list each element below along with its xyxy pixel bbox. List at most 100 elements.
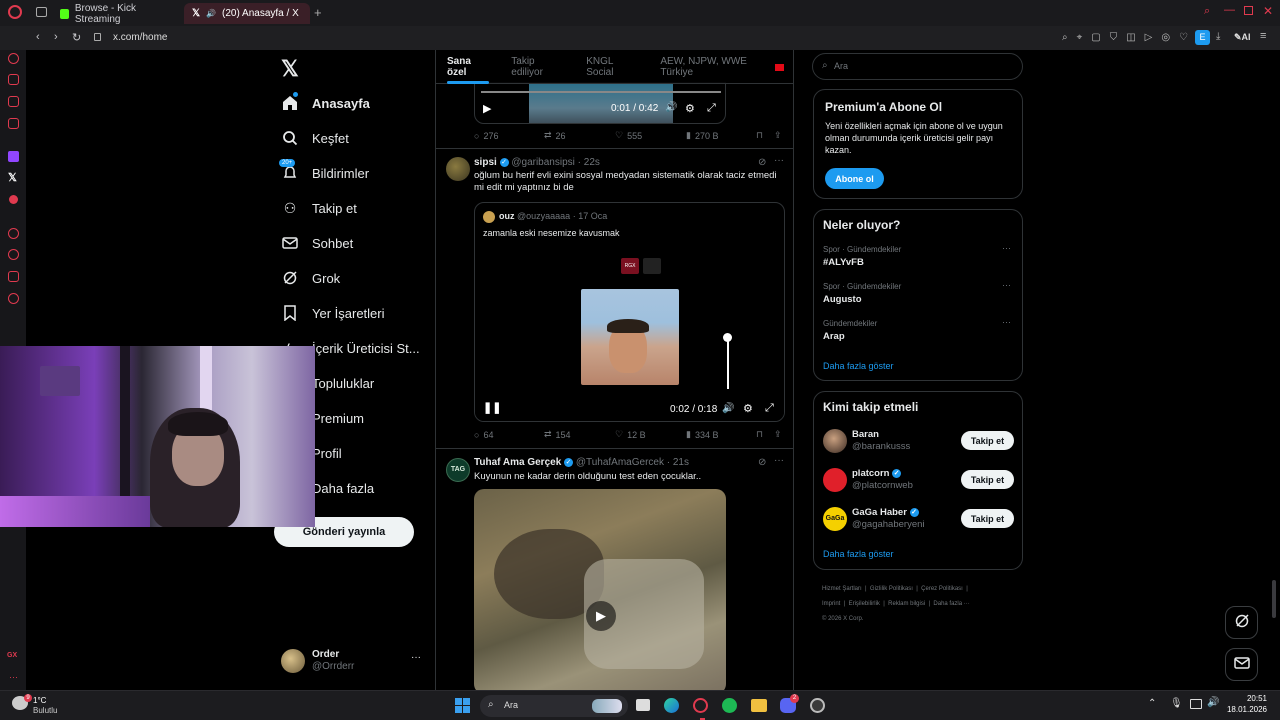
- post[interactable]: sipsi ✓ @garibansipsi · 22s ⊘ ··· oğlum …: [436, 149, 793, 444]
- footer-link[interactable]: Çerez Politikası: [921, 586, 963, 592]
- gear-icon[interactable]: ⚙: [685, 102, 695, 115]
- edge-icon[interactable]: [664, 698, 679, 713]
- pause-icon[interactable]: ❚❚: [483, 401, 501, 414]
- footer-link[interactable]: Hizmet Şartları: [822, 586, 862, 592]
- post[interactable]: TAG Tuhaf Ama Gerçek ✓ @TuhafAmaGercek ·…: [436, 449, 793, 690]
- video-player[interactable]: ▶: [474, 489, 726, 690]
- close-window-button[interactable]: ✕: [1263, 4, 1273, 18]
- footer-link[interactable]: Gizlilik Politikası: [870, 586, 913, 592]
- search-input[interactable]: ⌕ Ara: [812, 53, 1023, 80]
- video-player[interactable]: RGX ❚❚ 0:02 / 0:18 🔊 ⚙ ⤢: [475, 249, 784, 421]
- play-icon[interactable]: ▶: [586, 601, 616, 631]
- volume-slider-handle[interactable]: [723, 333, 732, 342]
- opera-gx-icon[interactable]: [693, 698, 708, 713]
- x-logo-icon[interactable]: 𝕏: [281, 56, 299, 82]
- repost-button[interactable]: ⇄ 26: [544, 130, 615, 141]
- progress-bar[interactable]: [481, 91, 721, 93]
- post-time[interactable]: · 21s: [667, 457, 689, 468]
- follow-button[interactable]: Takip et: [961, 509, 1014, 528]
- spotify-icon[interactable]: [722, 698, 737, 713]
- author-handle[interactable]: @garibansipsi: [511, 157, 575, 168]
- back-icon[interactable]: ‹: [36, 31, 40, 43]
- minimize-button[interactable]: —: [1224, 4, 1235, 16]
- author-handle[interactable]: @TuhafAmaGercek: [576, 457, 664, 468]
- nav-grok[interactable]: Grok: [282, 265, 340, 291]
- messenger-icon[interactable]: [8, 96, 19, 107]
- maximize-button[interactable]: [1244, 6, 1253, 15]
- grok-icon[interactable]: ⊘: [758, 157, 766, 168]
- shield-icon[interactable]: ⛉: [1110, 32, 1118, 43]
- scrollbar[interactable]: [1272, 580, 1276, 618]
- ai-button[interactable]: ✎AI: [1234, 32, 1251, 43]
- steam-icon[interactable]: [810, 698, 825, 713]
- share-icon[interactable]: [8, 271, 19, 282]
- task-view-icon[interactable]: [636, 699, 650, 711]
- footer-link[interactable]: Imprint: [822, 601, 840, 607]
- history-icon[interactable]: [8, 228, 19, 239]
- zoom-icon[interactable]: ⌕: [1062, 32, 1068, 43]
- tab-x[interactable]: 𝕏 🔊 (20) Anasayfa / X: [184, 3, 310, 24]
- follow-suggestion[interactable]: GaGa GaGa Haber ✓ @gagahaberyeni Takip e…: [814, 503, 1024, 539]
- more-icon[interactable]: ···: [1002, 317, 1011, 327]
- avatar[interactable]: [446, 157, 470, 181]
- views-button[interactable]: ▮ 270 B: [686, 130, 756, 141]
- clock-icon[interactable]: [8, 249, 19, 260]
- video-player[interactable]: ▶ 0:01 / 0:42 🔊 ⚙ ⤢: [474, 82, 726, 124]
- footer-link[interactable]: Daha fazla ···: [933, 601, 969, 607]
- chevron-up-icon[interactable]: ⌃: [1148, 698, 1156, 709]
- more-icon[interactable]: ···: [1002, 243, 1011, 253]
- volume-icon[interactable]: 🔊: [1207, 697, 1219, 708]
- fullscreen-icon[interactable]: ⤢: [765, 402, 774, 415]
- menu-icon[interactable]: ≡: [1260, 30, 1266, 42]
- messages-float-button[interactable]: [1225, 648, 1258, 681]
- subscribe-button[interactable]: Abone ol: [825, 168, 884, 189]
- more-icon[interactable]: ···: [774, 155, 784, 166]
- x-sidebar-icon[interactable]: 𝕏: [8, 171, 17, 184]
- tab-aew-njpw[interactable]: AEW, NJPW, WWE Türkiye: [649, 50, 793, 84]
- pin-icon[interactable]: ⌖: [1077, 32, 1083, 43]
- show-more-link[interactable]: Daha fazla göster: [823, 361, 894, 371]
- tab-kngl-social[interactable]: KNGL Social: [575, 50, 649, 84]
- repost-button[interactable]: ⇄ 154: [544, 429, 615, 440]
- share-button[interactable]: ⇪: [774, 130, 782, 141]
- trend-item[interactable]: Spor · Gündemdekiler Augusto ···: [814, 277, 1024, 314]
- more-icon[interactable]: ···: [1002, 280, 1011, 290]
- volume-icon[interactable]: 🔊: [665, 102, 677, 113]
- taskbar-search[interactable]: ⌕ Ara: [480, 695, 628, 717]
- bag-icon[interactable]: [8, 74, 19, 85]
- play-icon[interactable]: ▶: [483, 102, 491, 115]
- more-icon[interactable]: ···: [774, 455, 784, 466]
- nav-follow[interactable]: ⚇ Takip et: [282, 195, 357, 221]
- follow-button[interactable]: Takip et: [961, 470, 1014, 489]
- quoted-post[interactable]: ouz @ouzyaaaaa · 17 Oca zamanla eski nes…: [474, 202, 785, 422]
- volume-icon[interactable]: 🔊: [722, 403, 734, 414]
- twitch-icon[interactable]: [8, 151, 19, 162]
- footer-link[interactable]: Reklam bilgisi: [888, 601, 925, 607]
- author-name[interactable]: Tuhaf Ama Gerçek: [474, 457, 561, 468]
- account-switcher[interactable]: Order @Orrderr ···: [281, 648, 426, 676]
- url-field[interactable]: x.com/home: [113, 32, 167, 43]
- follow-suggestion[interactable]: Baran @barankusss Takip et: [814, 425, 1024, 461]
- nav-bookmarks[interactable]: Yer İşaretleri: [282, 300, 385, 326]
- profile-avatar[interactable]: E: [1195, 30, 1210, 45]
- reply-button[interactable]: ○ 276: [474, 131, 544, 141]
- follow-button[interactable]: Takip et: [961, 431, 1014, 450]
- search-tabs-icon[interactable]: ⌕: [1204, 5, 1210, 18]
- vpn-icon[interactable]: ◎: [1161, 32, 1170, 43]
- display-icon[interactable]: [1190, 699, 1202, 709]
- views-button[interactable]: ▮ 334 B: [686, 429, 756, 440]
- tab-kick[interactable]: Browse - Kick Streaming: [52, 3, 180, 25]
- like-button[interactable]: ♡ 12 B: [615, 429, 686, 440]
- download-icon[interactable]: ⤓: [1216, 31, 1220, 42]
- camera-icon[interactable]: ◫: [1126, 32, 1135, 43]
- clock-time[interactable]: 20:51: [1233, 694, 1267, 703]
- folder-icon[interactable]: [751, 699, 767, 712]
- footer-link[interactable]: Erişilebilirlik: [849, 601, 880, 607]
- reload-icon[interactable]: ↻: [72, 31, 81, 44]
- more-sidebar-icon[interactable]: ···: [9, 672, 18, 682]
- youtube-icon[interactable]: [9, 195, 18, 204]
- forward-icon[interactable]: ›: [54, 31, 58, 43]
- bookmark-button[interactable]: ⊓: [756, 429, 774, 440]
- show-more-link[interactable]: Daha fazla göster: [823, 549, 894, 559]
- volume-slider-track[interactable]: [727, 337, 729, 389]
